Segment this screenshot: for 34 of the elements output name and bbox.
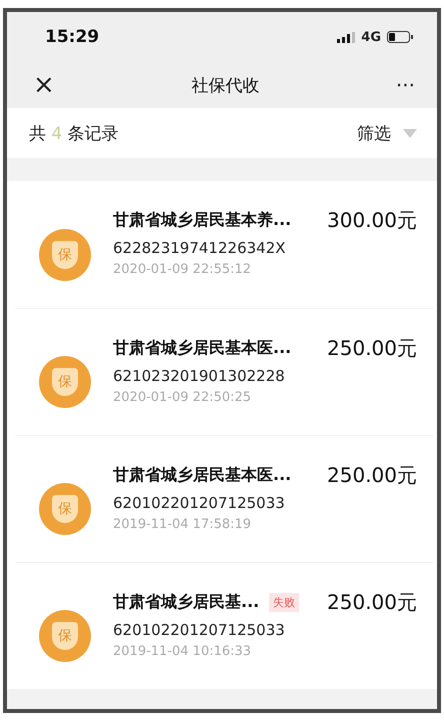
id-number: 620102201207125033 (113, 494, 286, 512)
record-title: 甘肃省城乡居民基... (113, 592, 260, 613)
record-row[interactable]: 保 甘肃省城乡居民基本医... 250.00元 620102201207125033 2019-11-04 17:58:19 (15, 435, 433, 562)
record-title: 甘肃省城乡居民基本医... (113, 338, 292, 359)
filter-button[interactable]: 筛选 (357, 122, 417, 144)
insurance-icon: 保 (39, 610, 91, 662)
record-time: 2020-01-09 22:55:12 (113, 262, 252, 277)
insurance-icon: 保 (39, 483, 91, 535)
close-button[interactable]: × (33, 72, 55, 98)
more-button[interactable]: ··· (396, 75, 415, 95)
signal-icon (337, 32, 356, 42)
network-label: 4G (361, 30, 381, 44)
page-title: 社保代收 (191, 74, 260, 96)
status-tag: 失败 (269, 593, 300, 612)
id-number: 620102201207125033 (113, 621, 286, 639)
record-amount: 300.00元 (327, 207, 417, 234)
record-row[interactable]: 保 甘肃省城乡居民基本养... 300.00元 62282319741226342X 2020-01-09 22:55:12 (15, 181, 433, 308)
id-number: 621023201901302228 (113, 367, 286, 385)
record-amount: 250.00元 (327, 462, 417, 489)
caret-icon (403, 128, 417, 138)
insurance-icon: 保 (39, 356, 91, 408)
battery-icon (387, 31, 413, 43)
record-title: 甘肃省城乡居民基本养... (113, 210, 292, 231)
record-amount: 250.00元 (327, 589, 417, 616)
insurance-icon: 保 (39, 228, 91, 280)
record-time: 2020-01-09 22:50:25 (113, 390, 252, 405)
record-time: 2019-11-04 17:58:19 (113, 517, 252, 532)
record-row[interactable]: 保 甘肃省城乡居民基本医... 250.00元 621023201901302228 2020-01-09 22:50:25 (15, 308, 433, 435)
id-number: 62282319741226342X (113, 239, 287, 257)
record-title: 甘肃省城乡居民基本医... (113, 465, 292, 486)
record-amount: 250.00元 (327, 335, 417, 362)
status-time: 15:29 (45, 27, 100, 47)
record-time: 2019-11-04 10:16:33 (113, 644, 252, 659)
record-count: 共 4 条记录 (29, 122, 119, 144)
